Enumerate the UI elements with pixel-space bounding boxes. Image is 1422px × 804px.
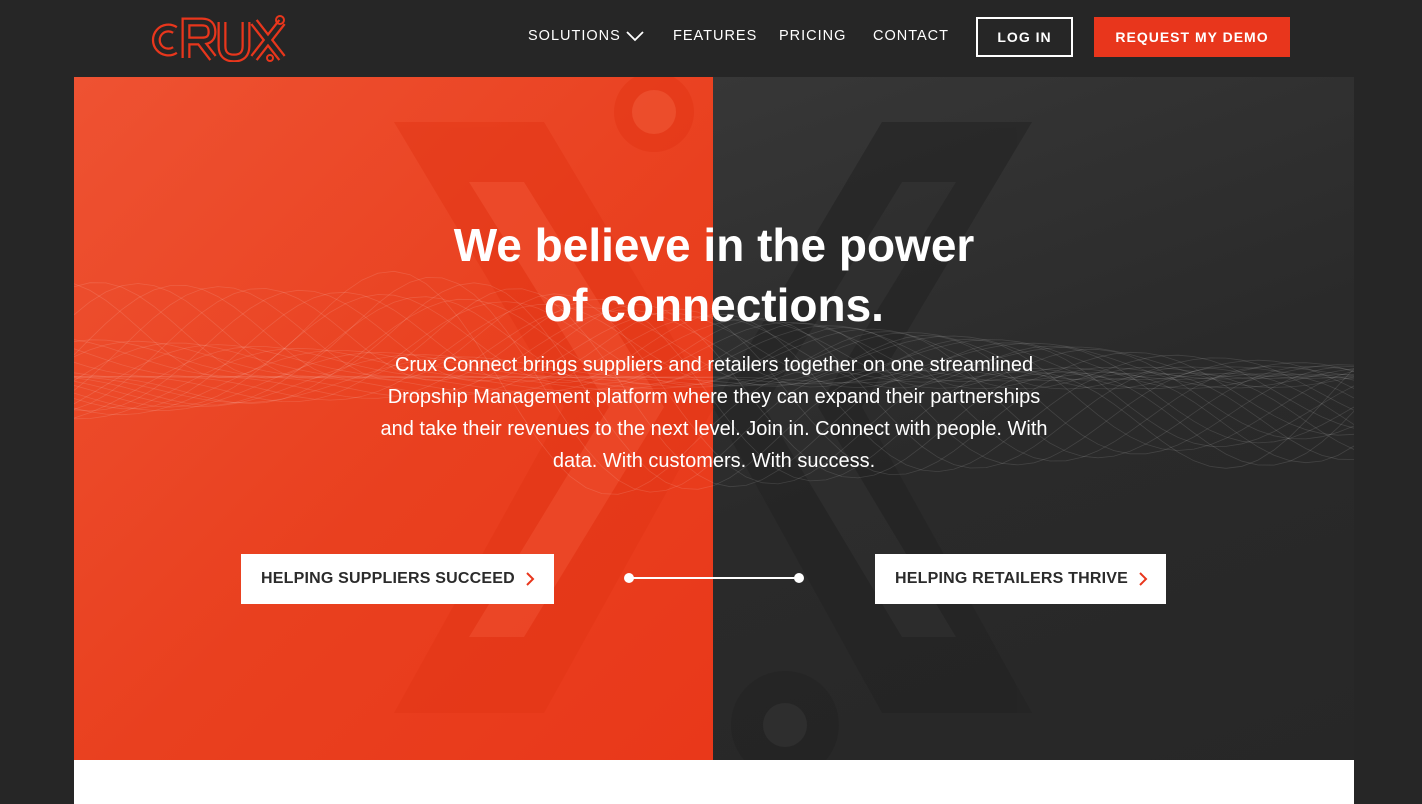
helping-suppliers-button[interactable]: HELPING SUPPLIERS SUCCEED [241,554,554,604]
nav-pricing[interactable]: PRICING [779,28,846,44]
nav-solutions[interactable]: SOLUTIONS [528,28,621,44]
content-strip [74,760,1354,804]
headline-line-2: of connections. [544,279,884,331]
hero-subtext: Crux Connect brings suppliers and retail… [380,354,1048,472]
chevron-right-icon [1139,572,1148,586]
chevron-down-icon[interactable] [626,30,644,42]
hero-headline: We believe in the power of connections. [314,215,1114,335]
headline-line-1: We believe in the power [453,219,975,271]
login-button[interactable]: LOG IN [976,17,1073,57]
chevron-right-icon [526,572,535,586]
site-header: SOLUTIONS FEATURES PRICING CONTACT LOG I… [0,0,1422,77]
request-demo-button[interactable]: REQUEST MY DEMO [1094,17,1290,57]
nav-contact[interactable]: CONTACT [873,28,949,44]
helping-retailers-button[interactable]: HELPING RETAILERS THRIVE [875,554,1166,604]
helping-retailers-label: HELPING RETAILERS THRIVE [895,570,1128,587]
connector-graphic [624,573,804,583]
nav-features[interactable]: FEATURES [673,28,757,44]
hero-section: We believe in the power of connections. … [74,77,1354,760]
helping-suppliers-label: HELPING SUPPLIERS SUCCEED [261,570,515,587]
